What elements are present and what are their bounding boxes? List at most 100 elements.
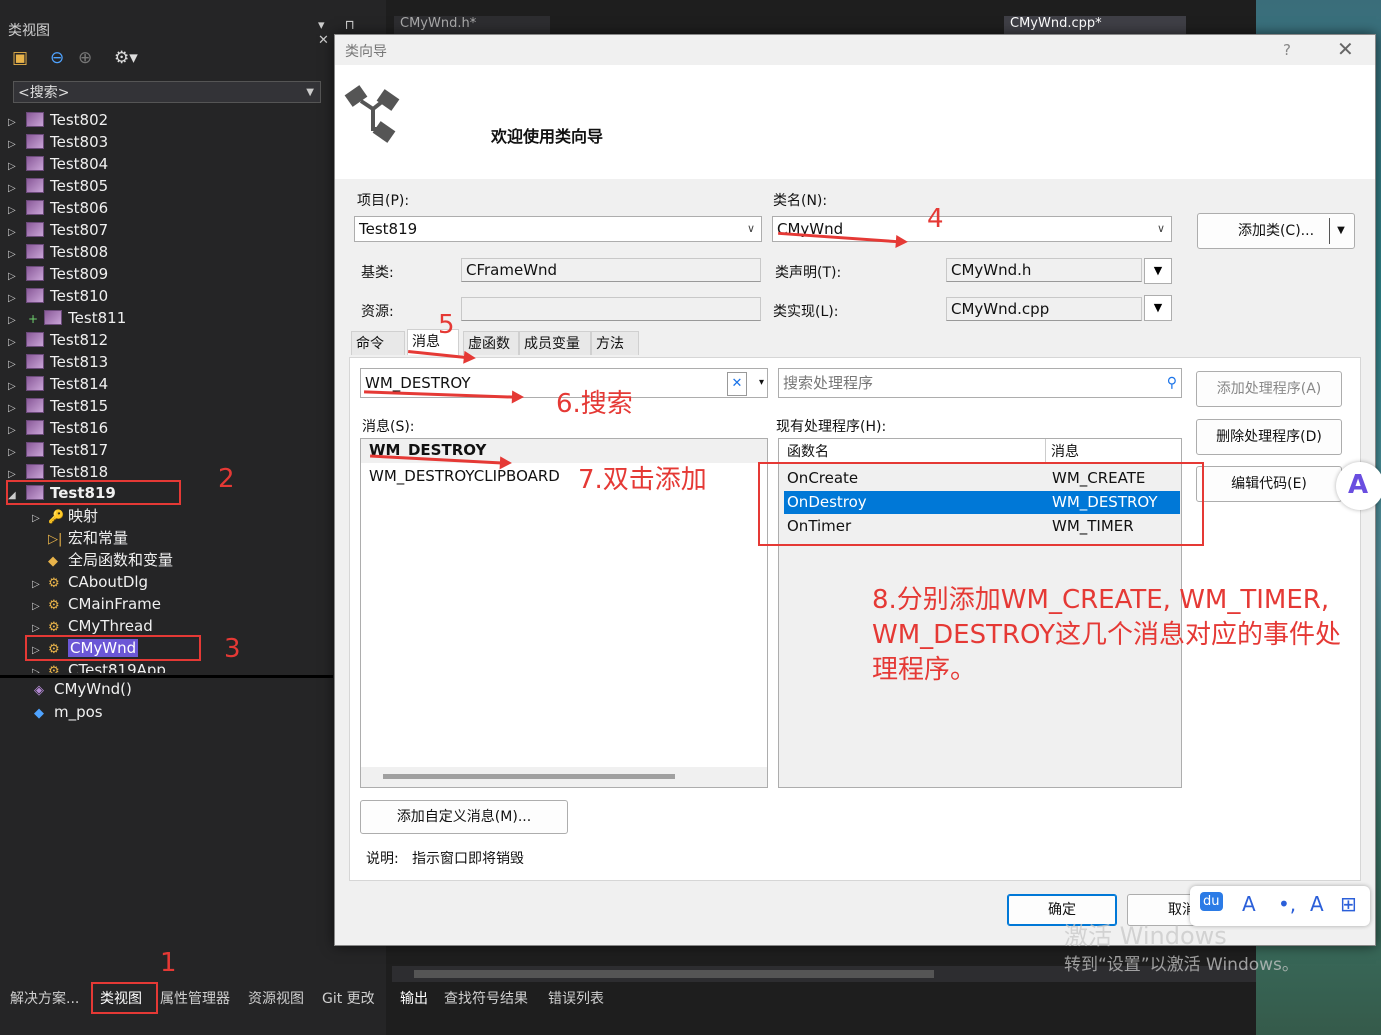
description-text: 指示窗口即将销毁	[412, 851, 524, 867]
tree-project-item[interactable]: ▷ Test815	[8, 395, 108, 417]
class-icon: ⚙	[48, 598, 60, 613]
handler-search-input[interactable]: 搜索处理程序 ⚲	[778, 368, 1182, 398]
tree-class-item[interactable]: ▷ ⚙ CTest819App	[32, 659, 166, 673]
chevron-down-icon[interactable]: ▼	[1329, 218, 1352, 244]
tab-find-symbol[interactable]: 查找符号结果	[444, 988, 528, 1008]
punctuation-icon[interactable]: •,	[1278, 892, 1296, 916]
project-icon	[26, 398, 44, 413]
member-constructor[interactable]: ◈ CMyWnd()	[30, 678, 132, 700]
tree-project-item[interactable]: ▷ Test805	[8, 175, 108, 197]
field-icon: ◆	[34, 706, 44, 721]
project-combo[interactable]: Test819 ∨	[354, 216, 762, 242]
tree-project-item[interactable]: ▷ Test803	[8, 131, 108, 153]
tree-project-item[interactable]: ▷ Test807	[8, 219, 108, 241]
tree-project-item[interactable]: ▷ Test812	[8, 329, 108, 351]
forward-icon[interactable]: ⊕	[78, 48, 92, 68]
tree-project-item[interactable]: ▷ Test809	[8, 263, 108, 285]
project-icon	[26, 332, 44, 347]
project-icon	[44, 310, 63, 325]
chevron-down-icon[interactable]: ▼	[306, 82, 314, 104]
plus-badge-icon: +	[28, 312, 39, 326]
tree-project-item[interactable]: ▷ Test806	[8, 197, 108, 219]
tree-project-item[interactable]: ▷ Test814	[8, 373, 108, 395]
grid-menu-icon[interactable]: ⊞	[1340, 892, 1357, 916]
decl-label: 类声明(T):	[775, 265, 842, 281]
impl-dropdown[interactable]: ▼	[1144, 295, 1172, 321]
annotation-4: 4	[927, 204, 944, 234]
base-label: 基类:	[361, 265, 394, 281]
tab-cmywnd-h[interactable]: CMyWnd.h*	[394, 16, 550, 36]
new-folder-icon[interactable]: ▣	[12, 48, 28, 68]
member-m-pos[interactable]: ◆ m_pos	[30, 701, 103, 723]
project-icon	[26, 288, 44, 303]
project-icon	[26, 354, 44, 369]
column-message[interactable]: 消息	[1051, 441, 1079, 463]
project-icon	[26, 376, 44, 391]
tab-cmywnd-cpp[interactable]: CMyWnd.cpp*	[1004, 16, 1186, 36]
annotation-box-1	[91, 982, 158, 1014]
edit-code-button[interactable]: 编辑代码(E)	[1196, 466, 1342, 502]
tree-class-item[interactable]: ▷ ⚙ CMyThread	[32, 615, 153, 637]
tree-class-item[interactable]: ▷ 🔑 映射	[32, 505, 98, 527]
tree-class-item[interactable]: ▷ ⚙ CAboutDlg	[32, 571, 148, 593]
annotation-box-handlers	[758, 462, 1204, 546]
tab-error-list[interactable]: 错误列表	[548, 988, 604, 1008]
chevron-down-icon[interactable]: ▾	[759, 369, 764, 397]
clear-icon[interactable]: ✕	[727, 372, 747, 396]
tree-project-item[interactable]: ▷ Test816	[8, 417, 108, 439]
search-placeholder: <搜索>	[18, 85, 70, 101]
add-class-button[interactable]: 添加类(C)... ▼	[1197, 213, 1355, 249]
class-view-panel: 类视图 ▾ ⊓ ✕ ▣ ⊖ ⊕ ⚙▾ <搜索> ▼ ▷ Test802 ▷ Test8…	[0, 0, 386, 1035]
annotation-note-line2: WM_DESTROY这几个消息对应的事件处	[872, 620, 1341, 650]
class-view-search[interactable]: <搜索> ▼	[13, 81, 321, 103]
tree-project-item[interactable]: ▷ Test802	[8, 109, 108, 131]
tree-project-item[interactable]: ▷ Test817	[8, 439, 108, 461]
classname-label: 类名(N):	[773, 193, 828, 209]
horizontal-scrollbar[interactable]	[361, 767, 767, 787]
tab-commands[interactable]: 命令	[351, 331, 405, 355]
tree-class-item[interactable]: ▷| 宏和常量	[32, 527, 128, 549]
tree-project-item[interactable]: ▷ + Test811	[8, 307, 126, 329]
tab-git-changes[interactable]: Git 更改	[322, 988, 375, 1008]
tab-output[interactable]: 输出	[400, 988, 428, 1008]
map-icon: 🔑	[48, 510, 65, 525]
floating-assistant-button[interactable]: A	[1336, 462, 1381, 510]
settings-gear-icon[interactable]: ⚙▾	[114, 48, 138, 68]
resource-label: 资源:	[361, 304, 394, 320]
dialog-title: 类向导	[345, 44, 387, 60]
close-icon[interactable]: ✕	[1337, 37, 1354, 61]
tree-class-item[interactable]: ◆ 全局函数和变量	[32, 549, 173, 571]
help-button[interactable]: ?	[1283, 41, 1291, 59]
project-icon	[26, 134, 44, 149]
column-function-name[interactable]: 函数名	[787, 441, 829, 463]
tab-member-variables[interactable]: 成员变量	[519, 331, 591, 355]
expand-icon[interactable]: ▷	[32, 662, 44, 673]
assistant-icon[interactable]: A	[1310, 892, 1324, 916]
tree-project-item[interactable]: ▷ Test810	[8, 285, 108, 307]
project-icon	[26, 420, 44, 435]
font-icon[interactable]: A	[1242, 892, 1256, 916]
tab-solution[interactable]: 解决方案...	[10, 988, 79, 1008]
decl-dropdown[interactable]: ▼	[1144, 258, 1172, 284]
annotation-search: 6.搜索	[556, 389, 633, 419]
annotation-note-line3: 理程序。	[872, 655, 977, 685]
add-custom-message-button[interactable]: 添加自定义消息(M)...	[360, 800, 568, 834]
message-item[interactable]: WM_DESTROYCLIPBOARD	[369, 467, 560, 485]
messages-label: 消息(S):	[362, 419, 415, 435]
global-icon: ◆	[48, 554, 58, 569]
activation-watermark-hint: 转到“设置”以激活 Windows。	[1064, 955, 1299, 975]
welcome-title: 欢迎使用类向导	[491, 127, 604, 146]
tab-property-manager[interactable]: 属性管理器	[160, 988, 230, 1008]
tab-methods[interactable]: 方法	[591, 331, 639, 355]
add-handler-button[interactable]: 添加处理程序(A)	[1196, 371, 1342, 407]
back-icon[interactable]: ⊖	[50, 48, 64, 68]
baidu-ime-icon[interactable]: du	[1200, 892, 1223, 911]
class-icon: ⚙	[48, 576, 60, 591]
tree-class-item[interactable]: ▷ ⚙ CMainFrame	[32, 593, 161, 615]
delete-handler-button[interactable]: 删除处理程序(D)	[1196, 419, 1342, 455]
tree-project-item[interactable]: ▷ Test808	[8, 241, 108, 263]
tree-project-item[interactable]: ▷ Test804	[8, 153, 108, 175]
tab-resource-view[interactable]: 资源视图	[248, 988, 304, 1008]
tree-project-item[interactable]: ▷ Test813	[8, 351, 108, 373]
annotation-dblclick: 7.双击添加	[578, 465, 707, 495]
